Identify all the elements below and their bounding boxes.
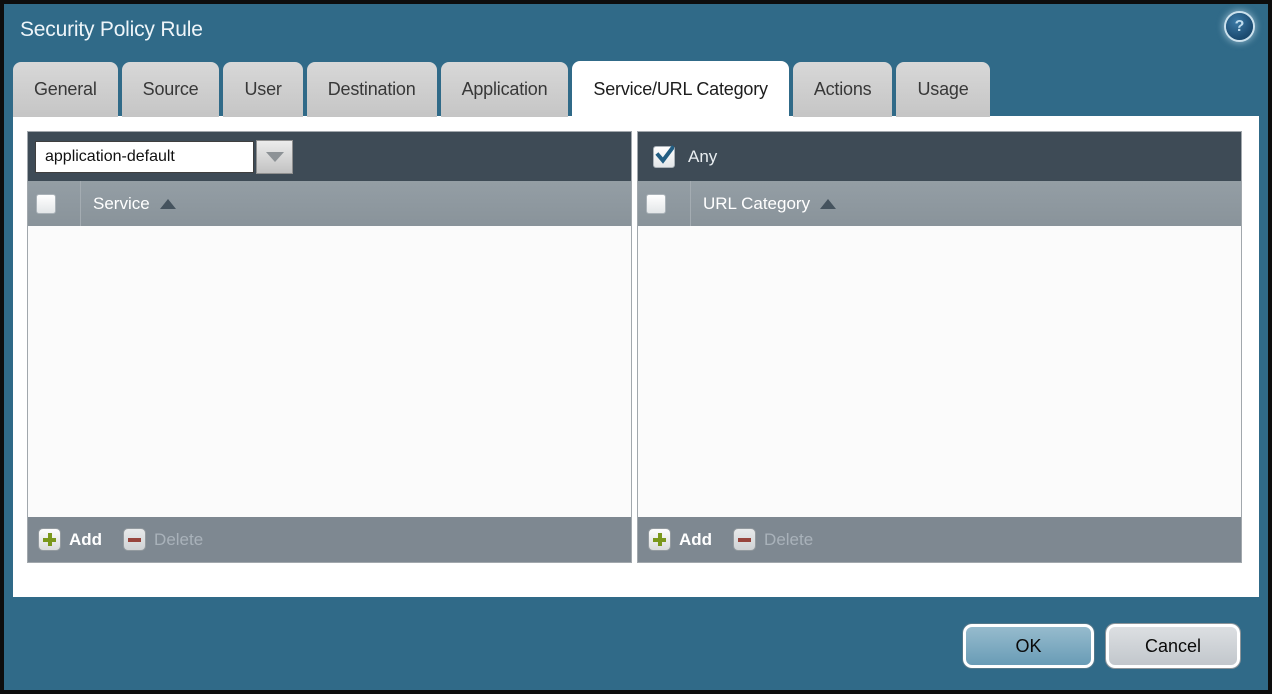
delete-url-category-button[interactable]: Delete: [733, 528, 813, 551]
dialog-content: application-default Service Add: [13, 116, 1259, 597]
plus-icon: [648, 528, 671, 551]
help-icon[interactable]: ?: [1226, 13, 1253, 40]
tab-general[interactable]: General: [13, 62, 118, 117]
service-column-label: Service: [93, 194, 150, 214]
tab-destination[interactable]: Destination: [307, 62, 437, 117]
tab-bar: General Source User Destination Applicat…: [13, 62, 990, 117]
url-category-panel: Any URL Category Add Delete: [637, 131, 1242, 563]
service-toolbar: application-default: [28, 132, 631, 181]
url-category-column-label: URL Category: [703, 194, 810, 214]
select-all-services-checkbox[interactable]: [36, 194, 56, 214]
plus-icon: [38, 528, 61, 551]
tab-application[interactable]: Application: [441, 62, 569, 117]
tab-service-url-category[interactable]: Service/URL Category: [572, 61, 788, 117]
service-list: [28, 226, 631, 517]
checkmark-icon: [655, 143, 674, 167]
tab-actions[interactable]: Actions: [793, 62, 893, 117]
tab-user[interactable]: User: [223, 62, 302, 117]
url-category-toolbar: Any: [638, 132, 1241, 181]
dialog-title: Security Policy Rule: [20, 18, 203, 42]
any-checkbox[interactable]: [653, 146, 675, 168]
tab-source[interactable]: Source: [122, 62, 220, 117]
any-label: Any: [688, 147, 717, 167]
ok-button[interactable]: OK: [963, 624, 1094, 668]
service-footer: Add Delete: [28, 517, 631, 562]
minus-icon: [123, 528, 146, 551]
cancel-button[interactable]: Cancel: [1106, 624, 1240, 668]
service-panel: application-default Service Add: [27, 131, 632, 563]
select-all-url-categories-checkbox[interactable]: [646, 194, 666, 214]
sort-asc-icon: [160, 199, 176, 209]
service-column-header[interactable]: Service: [28, 181, 631, 226]
tab-usage[interactable]: Usage: [896, 62, 989, 117]
minus-icon: [733, 528, 756, 551]
service-type-dropdown-button[interactable]: [256, 140, 293, 174]
any-row: Any: [645, 146, 717, 168]
url-category-footer: Add Delete: [638, 517, 1241, 562]
service-type-value: application-default: [45, 148, 175, 166]
add-url-category-button[interactable]: Add: [648, 528, 712, 551]
service-type-dropdown[interactable]: application-default: [35, 141, 254, 173]
chevron-down-icon: [266, 152, 284, 162]
delete-service-button[interactable]: Delete: [123, 528, 203, 551]
sort-asc-icon: [820, 199, 836, 209]
security-policy-rule-dialog: Security Policy Rule ? General Source Us…: [0, 0, 1272, 694]
url-category-column-header[interactable]: URL Category: [638, 181, 1241, 226]
url-category-list: [638, 226, 1241, 517]
add-service-button[interactable]: Add: [38, 528, 102, 551]
